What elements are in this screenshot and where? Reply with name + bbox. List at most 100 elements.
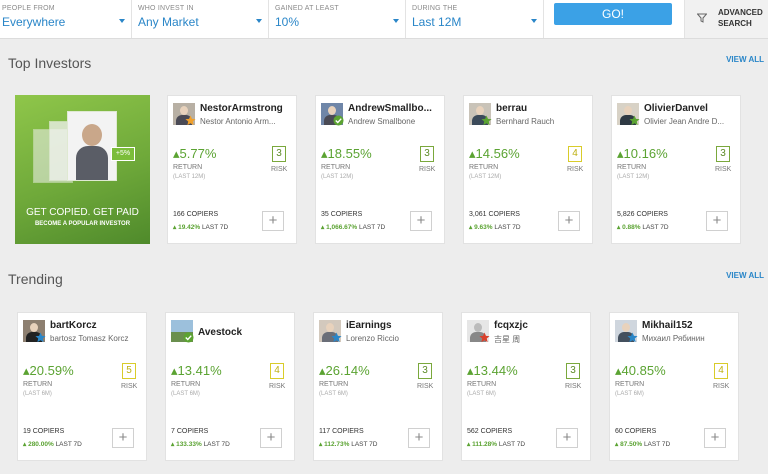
check-icon: [183, 332, 194, 343]
risk-label: RISK: [715, 166, 732, 173]
investor-card[interactable]: fcqxzjc 吉星 周 ▴13.44% RETURN (LAST 6M) 3 …: [461, 312, 591, 461]
investor-username[interactable]: iEarnings: [346, 320, 441, 331]
return-period: (LAST 6M): [23, 391, 52, 397]
risk-score: 3: [716, 146, 730, 162]
star-icon: [479, 332, 490, 343]
return-label: RETURN: [467, 381, 497, 388]
return-period: (LAST 12M): [173, 174, 206, 180]
investor-fullname: Lorenzo Riccio: [346, 334, 399, 343]
risk-score: 5: [122, 363, 136, 379]
return-value: ▴18.55%: [321, 146, 372, 161]
return-label: RETURN: [319, 381, 349, 388]
advanced-search-button[interactable]: ADVANCED SEARCH: [684, 0, 768, 38]
star-icon: [481, 115, 492, 126]
investor-username[interactable]: NestorArmstrong: [200, 103, 295, 114]
filter-label: WHO INVEST IN: [138, 5, 194, 12]
view-all-trending-link[interactable]: VIEW ALL: [726, 271, 764, 280]
investor-fullname: Михаил Рябинин: [642, 334, 705, 343]
investor-card[interactable]: OlivierDanvel Olivier Jean Andre D... ▴1…: [611, 95, 741, 244]
risk-label: RISK: [269, 383, 286, 390]
filter-icon: [697, 13, 707, 23]
filter-value: Any Market: [138, 15, 199, 29]
return-period: (LAST 6M): [171, 391, 200, 397]
risk-label: RISK: [121, 383, 138, 390]
add-copy-button[interactable]: +: [558, 211, 580, 231]
investor-username[interactable]: Avestock: [198, 327, 293, 338]
investor-username[interactable]: berrau: [496, 103, 591, 114]
add-copy-button[interactable]: +: [556, 428, 578, 448]
investor-card[interactable]: AndrewSmallbo... Andrew Smallbone ▴18.55…: [315, 95, 445, 244]
add-copy-button[interactable]: +: [262, 211, 284, 231]
return-value: ▴13.44%: [467, 363, 518, 378]
filter-value: 10%: [275, 15, 300, 29]
chevron-down-icon: [531, 19, 537, 23]
add-copy-button[interactable]: +: [112, 428, 134, 448]
copiers-count: 562 COPIERS: [467, 428, 513, 435]
filter-value: Everywhere: [2, 15, 66, 29]
copiers-change: ▴ 0.88% LAST 7D: [617, 224, 669, 231]
investor-username[interactable]: AndrewSmallbo...: [348, 103, 443, 114]
return-value: ▴20.59%: [23, 363, 74, 378]
add-copy-button[interactable]: +: [706, 211, 728, 231]
copiers-change: ▴ 19.42% LAST 7D: [173, 224, 229, 231]
investor-username[interactable]: OlivierDanvel: [644, 103, 739, 114]
star-icon: [331, 332, 342, 343]
copiers-count: 5,826 COPIERS: [617, 211, 668, 218]
filter-during[interactable]: DURING THE Last 12M: [410, 0, 544, 38]
filter-value: Last 12M: [412, 15, 462, 29]
copiers-change: ▴ 87.50% LAST 7D: [615, 441, 671, 448]
return-value: ▴40.85%: [615, 363, 666, 378]
go-button[interactable]: GO!: [554, 3, 672, 25]
risk-score: 3: [272, 146, 286, 162]
risk-score: 3: [566, 363, 580, 379]
investor-username[interactable]: fcqxzjc: [494, 320, 589, 331]
investor-card[interactable]: iEarnings Lorenzo Riccio ▴26.14% RETURN …: [313, 312, 443, 461]
investor-card[interactable]: NestorArmstrong Nestor Antonio Arm... ▴5…: [167, 95, 297, 244]
return-period: (LAST 6M): [467, 391, 496, 397]
return-label: RETURN: [171, 381, 201, 388]
risk-label: RISK: [419, 166, 436, 173]
risk-score: 3: [418, 363, 432, 379]
return-period: (LAST 6M): [615, 391, 644, 397]
copiers-count: 3,061 COPIERS: [469, 211, 520, 218]
filter-people-from[interactable]: PEOPLE FROM Everywhere: [0, 0, 132, 38]
return-period: (LAST 6M): [319, 391, 348, 397]
investor-username[interactable]: Mikhail152: [642, 320, 737, 331]
return-value: ▴10.16%: [617, 146, 668, 161]
investor-card[interactable]: berrau Bernhard Rauch ▴14.56% RETURN (LA…: [463, 95, 593, 244]
promo-photo: [67, 111, 117, 181]
copiers-count: 117 COPIERS: [319, 428, 364, 435]
chevron-down-icon: [256, 19, 262, 23]
return-label: RETURN: [469, 164, 499, 171]
promo-banner[interactable]: +5% GET COPIED. GET PAID BECOME A POPULA…: [15, 95, 150, 244]
add-copy-button[interactable]: +: [260, 428, 282, 448]
copiers-count: 19 COPIERS: [23, 428, 65, 435]
return-label: RETURN: [617, 164, 647, 171]
risk-label: RISK: [713, 383, 730, 390]
chevron-down-icon: [393, 19, 399, 23]
return-period: (LAST 12M): [321, 174, 354, 180]
return-period: (LAST 12M): [469, 174, 502, 180]
copiers-change: ▴ 112.73% LAST 7D: [319, 441, 378, 448]
chevron-down-icon: [119, 19, 125, 23]
investor-card[interactable]: bartKorcz bartosz Tomasz Korcz ▴20.59% R…: [17, 312, 147, 461]
promo-gain-badge: +5%: [111, 147, 135, 161]
add-copy-button[interactable]: +: [704, 428, 726, 448]
return-period: (LAST 12M): [617, 174, 650, 180]
risk-score: 4: [568, 146, 582, 162]
filter-invest-in[interactable]: WHO INVEST IN Any Market: [136, 0, 269, 38]
check-icon: [333, 115, 344, 126]
filter-label: GAINED AT LEAST: [275, 5, 339, 12]
investor-card[interactable]: Mikhail152 Михаил Рябинин ▴40.85% RETURN…: [609, 312, 739, 461]
investor-fullname: Nestor Antonio Arm...: [200, 117, 276, 126]
investor-card[interactable]: Avestock ▴13.41% RETURN (LAST 6M) 4 RISK…: [165, 312, 295, 461]
investor-fullname: Olivier Jean Andre D...: [644, 117, 725, 126]
star-icon: [35, 332, 46, 343]
add-copy-button[interactable]: +: [410, 211, 432, 231]
filter-gained[interactable]: GAINED AT LEAST 10%: [273, 0, 406, 38]
section-title-trending: Trending: [8, 271, 63, 287]
view-all-top-investors-link[interactable]: VIEW ALL: [726, 55, 764, 64]
investor-username[interactable]: bartKorcz: [50, 320, 145, 331]
add-copy-button[interactable]: +: [408, 428, 430, 448]
filter-label: DURING THE: [412, 5, 458, 12]
